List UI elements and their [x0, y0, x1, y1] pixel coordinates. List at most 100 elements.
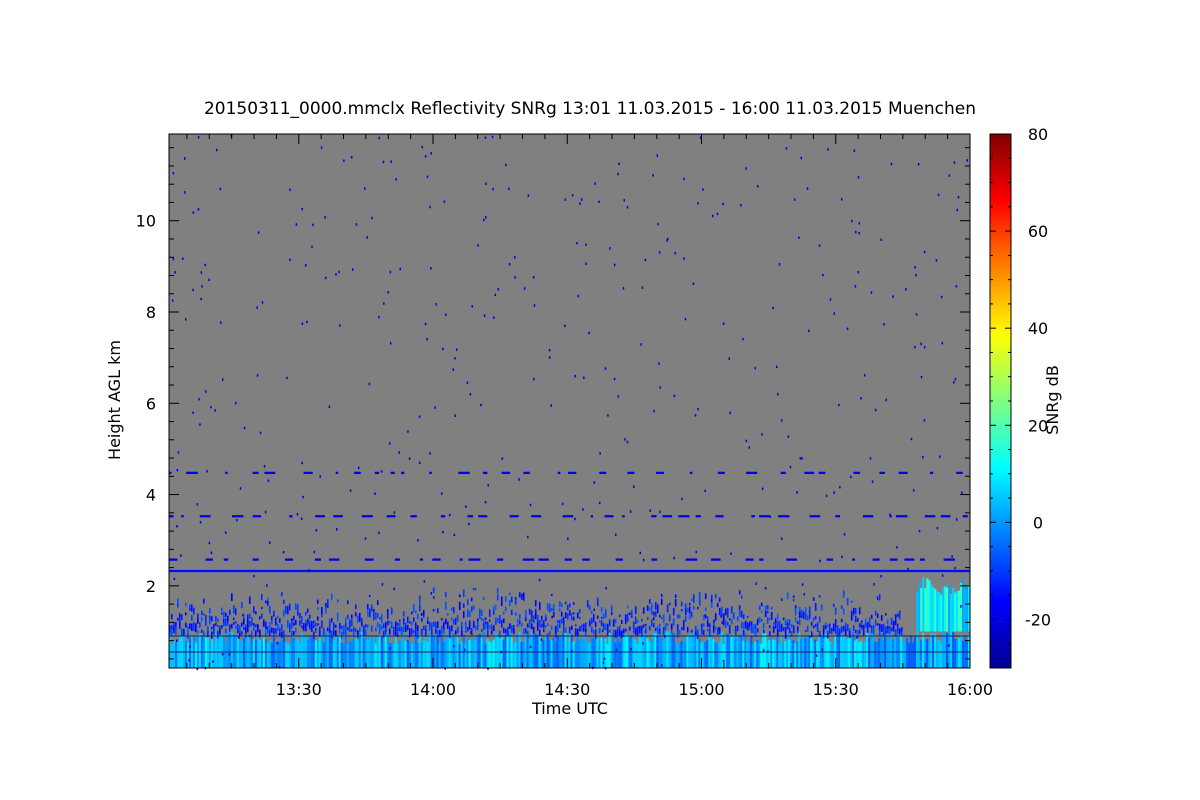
x-tick-label: 15:30: [813, 680, 859, 699]
echo-column: [292, 638, 296, 668]
echo-speck: [280, 592, 283, 597]
echo-dot: [380, 470, 383, 473]
echo-speck: [712, 625, 715, 633]
echo-column: [960, 634, 963, 668]
echo-column: [400, 639, 403, 668]
echo-speck: [686, 627, 689, 633]
echo-dot: [324, 216, 326, 219]
echo-dot: [639, 551, 642, 555]
echo-speck: [648, 599, 651, 604]
echo-dot: [389, 270, 392, 274]
echo-column: [944, 633, 947, 668]
echo-speck: [700, 629, 703, 635]
echo-dash: [940, 515, 951, 518]
echo-speck: [644, 629, 647, 634]
echo-dot: [339, 324, 341, 327]
echo-dot: [772, 306, 774, 310]
echo-dash: [314, 558, 321, 561]
echo-column: [294, 640, 298, 668]
echo-speck: [588, 605, 591, 611]
echo-dot: [846, 327, 849, 331]
colorbar-tick-label: 0: [1033, 513, 1043, 532]
echo-speck: [550, 593, 553, 597]
echo-dot: [480, 403, 482, 407]
echo-dot: [697, 202, 699, 205]
echo-dash: [751, 515, 755, 518]
echo-dot: [453, 644, 455, 648]
echo-speck: [804, 629, 807, 632]
echo-dash: [410, 515, 417, 518]
echo-dot: [242, 613, 244, 617]
echo-speck: [596, 602, 599, 606]
echo-dot: [762, 648, 765, 652]
echo-dot: [598, 501, 601, 505]
echo-dot: [453, 533, 456, 537]
echo-speck: [900, 627, 903, 632]
echo-column: [258, 640, 262, 668]
echo-dash: [478, 515, 488, 518]
echo-speck: [798, 619, 801, 626]
echo-column: [906, 638, 909, 668]
echo-speck: [214, 623, 217, 626]
echo-column: [412, 642, 415, 668]
echo-speck: [662, 614, 665, 619]
echo-speck: [762, 622, 765, 626]
echo-speck: [674, 600, 677, 607]
echo-speck: [396, 622, 399, 626]
echo-dot: [368, 382, 371, 386]
echo-dot: [389, 442, 391, 445]
echo-dot: [602, 661, 605, 664]
echo-speck: [844, 628, 847, 637]
echo-speck: [426, 616, 429, 622]
echo-speck: [650, 610, 653, 615]
echo-speck: [646, 606, 649, 611]
echo-speck: [896, 613, 899, 617]
echo-dot: [312, 223, 314, 227]
echo-dot: [673, 556, 675, 560]
echo-dot: [219, 187, 222, 191]
echo-speck: [294, 603, 297, 611]
echo-column: [774, 640, 777, 668]
echo-dash: [711, 558, 721, 561]
echo-column: [644, 631, 647, 668]
echo-column: [892, 639, 895, 668]
echo-column: [954, 638, 957, 668]
echo-speck: [278, 618, 281, 623]
echo-dot: [301, 207, 303, 211]
echo-speck: [494, 604, 497, 610]
echo-dot: [793, 198, 796, 201]
echo-speck: [548, 603, 551, 612]
echo-dot: [799, 456, 802, 460]
echo-speck: [340, 627, 343, 630]
echo-speck: [234, 621, 237, 624]
echo-speck: [248, 596, 251, 605]
echo-dash: [809, 515, 821, 518]
echo-speck: [804, 607, 807, 614]
echo-dot: [754, 366, 757, 370]
echo-speck: [604, 613, 607, 618]
echo-speck: [678, 614, 681, 619]
echo-dash: [361, 515, 373, 518]
echo-speck: [632, 621, 635, 630]
echo-speck: [544, 614, 547, 618]
echo-dash: [943, 558, 955, 561]
echo-column: [250, 638, 254, 668]
echo-speck: [574, 628, 577, 636]
echo-speck: [846, 599, 849, 603]
echo-speck: [602, 613, 605, 618]
echo-speck: [498, 615, 501, 621]
echo-speck: [448, 627, 451, 635]
echo-dot: [301, 461, 303, 465]
echo-speck: [604, 623, 607, 631]
echo-speck: [214, 615, 217, 622]
echo-speck: [752, 631, 755, 634]
echo-dot: [540, 638, 543, 641]
echo-speck: [202, 598, 205, 604]
echo-speck: [876, 623, 879, 626]
echo-dash: [956, 471, 963, 475]
radar-chart: 20150311_0000.mmclx Reflectivity SNRg 13…: [105, 99, 1062, 718]
echo-speck: [190, 615, 193, 621]
echo-column: [354, 638, 357, 668]
echo-column: [474, 640, 477, 668]
echo-column: [374, 643, 377, 668]
